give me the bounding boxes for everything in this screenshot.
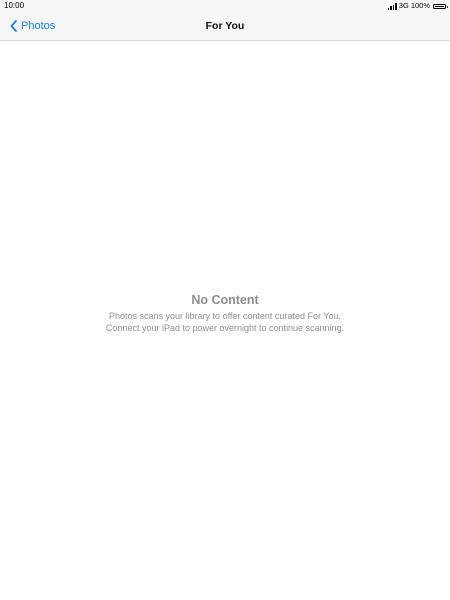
status-bar: 10:00 3G 100% <box>0 0 450 12</box>
status-time: 10:00 <box>4 1 25 10</box>
network-type: 3G <box>398 1 409 10</box>
battery-percentage: 100% <box>410 1 430 10</box>
signal-strength-icon <box>387 2 397 10</box>
navigation-bar: Photos For You <box>0 12 450 41</box>
empty-state-title: No Content <box>191 293 259 307</box>
status-indicators: 3G 100% <box>387 1 448 11</box>
battery-icon <box>433 3 448 9</box>
empty-state: No Content Photos scans your library to … <box>0 292 450 334</box>
page-title: For You <box>205 20 245 32</box>
battery-level-fill <box>435 5 444 7</box>
empty-state-message: Photos scans your library to offer conte… <box>105 311 345 333</box>
